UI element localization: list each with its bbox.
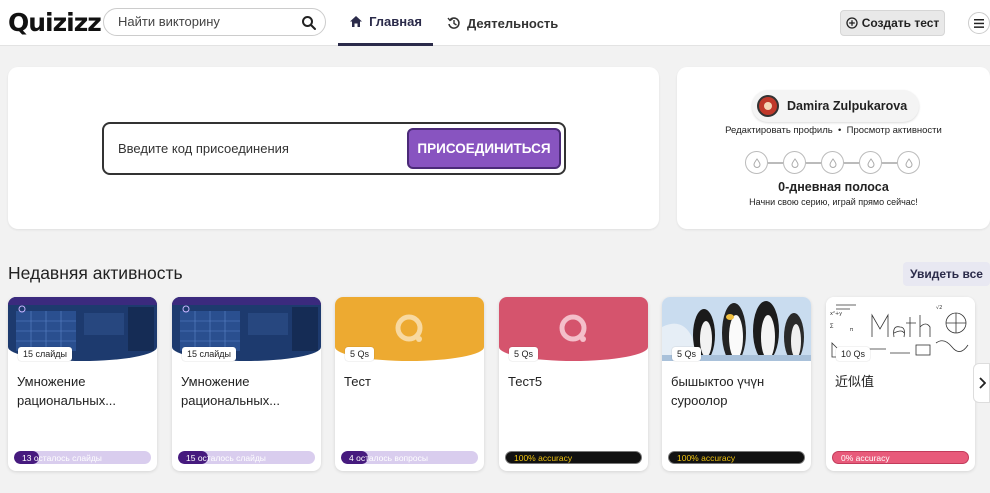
card-title: бышыктоо үчүн суроолор — [671, 374, 765, 408]
streak-drop-icon — [859, 151, 882, 174]
activity-card[interactable]: x²+y √2 π ∑ 10 Qs 近似值 0% accuracy — [826, 297, 975, 471]
history-icon — [447, 17, 460, 29]
profile-card: Damira Zulpukarova Редактировать профиль… — [677, 67, 990, 229]
question-count-badge: 5 Qs — [345, 347, 375, 361]
home-icon — [350, 16, 363, 27]
hamburger-icon — [974, 18, 984, 28]
svg-text:√2: √2 — [936, 305, 942, 311]
profile-name: Damira Zulpukarova — [787, 99, 908, 113]
card-title: Умножение рациональных... — [181, 374, 281, 408]
progress-label: 13 осталось слайды — [22, 452, 102, 463]
activity-card[interactable]: 5 Qs Тест 4 осталось вопросы — [335, 297, 484, 471]
tab-home-label: Главная — [369, 14, 422, 29]
tab-activity-label: Деятельность — [467, 15, 559, 31]
activity-card[interactable]: 5 Qs бышыктоо үчүн суроолор 100% accurac… — [662, 297, 811, 471]
accuracy-bar: 0% accuracy — [832, 451, 969, 464]
see-all-button[interactable]: Увидеть все — [903, 262, 990, 286]
profile-links: Редактировать профиль • Просмотр активно… — [677, 125, 990, 136]
accuracy-label: 0% accuracy — [841, 452, 890, 463]
streak-subtitle: Начни свою серию, играй прямо сейчас! — [749, 197, 918, 207]
create-quiz-label: Создать тест — [861, 16, 940, 30]
card-title: 近似值 — [835, 374, 875, 389]
activity-card[interactable]: 5 Qs Тест5 100% accuracy — [499, 297, 648, 471]
activity-card[interactable]: 15 слайды Умножение рациональных... 13 о… — [8, 297, 157, 471]
card-title: Тест — [344, 374, 371, 389]
progress-label: 15 осталось слайды — [186, 452, 266, 463]
accuracy-label: 100% accuracy — [514, 452, 573, 463]
progress-bar: 13 осталось слайды — [14, 451, 151, 464]
slide-count-badge: 15 слайды — [18, 347, 73, 361]
svg-text:x²+y: x²+y — [830, 311, 842, 317]
streak-connector — [882, 161, 897, 164]
search-icon[interactable] — [301, 15, 317, 31]
streak-drop-icon — [745, 151, 768, 174]
link-separator: • — [838, 125, 842, 136]
tab-activity[interactable]: Деятельность — [447, 0, 558, 46]
svg-text:π: π — [850, 327, 853, 333]
card-title: Умножение рациональных... — [17, 374, 117, 408]
streak-drop-icon — [897, 151, 920, 174]
join-button[interactable]: ПРИСОЕДИНИТЬСЯ — [407, 128, 561, 169]
accuracy-label: 100% accuracy — [677, 452, 736, 463]
join-code-box: ПРИСОЕДИНИТЬСЯ — [102, 122, 566, 175]
recent-activity-title: Недавняя активность — [8, 263, 183, 283]
chevron-right-icon — [978, 377, 986, 389]
search-box[interactable] — [103, 8, 326, 36]
card-title: Тест5 — [508, 374, 543, 389]
top-bar: Quizizz Главная Деятельность Создать тес… — [0, 0, 990, 46]
join-code-input[interactable] — [118, 141, 388, 156]
search-input[interactable] — [118, 14, 298, 29]
streak-connector — [768, 161, 783, 164]
activity-card[interactable]: 15 слайды Умножение рациональных... 15 о… — [172, 297, 321, 471]
streak-drop-icon — [821, 151, 844, 174]
streak-connector — [806, 161, 821, 164]
svg-text:∑: ∑ — [830, 323, 834, 329]
streak-tracker — [745, 151, 920, 174]
accuracy-bar: 100% accuracy — [668, 451, 805, 464]
quizizz-logo[interactable]: Quizizz — [8, 8, 102, 37]
avatar — [757, 95, 779, 117]
slide-count-badge: 15 слайды — [182, 347, 237, 361]
streak-connector — [844, 161, 859, 164]
question-count-badge: 5 Qs — [672, 347, 702, 361]
plus-circle-icon — [846, 17, 858, 29]
progress-bar: 4 осталось вопросы — [341, 451, 478, 464]
streak-title: 0-дневная полоса — [778, 180, 889, 194]
tab-home[interactable]: Главная — [338, 0, 433, 46]
create-quiz-button[interactable]: Создать тест — [840, 10, 945, 36]
question-count-badge: 5 Qs — [509, 347, 539, 361]
streak-drop-icon — [783, 151, 806, 174]
progress-bar: 15 осталось слайды — [178, 451, 315, 464]
accuracy-bar: 100% accuracy — [505, 451, 642, 464]
question-count-badge: 10 Qs — [836, 347, 871, 361]
edit-profile-link[interactable]: Редактировать профиль — [725, 125, 833, 136]
profile-chip[interactable]: Damira Zulpukarova — [752, 90, 919, 122]
progress-label: 4 осталось вопросы — [349, 452, 428, 463]
menu-button[interactable] — [968, 12, 990, 34]
carousel-next-button[interactable] — [973, 363, 990, 403]
join-card: ПРИСОЕДИНИТЬСЯ — [8, 67, 659, 229]
view-activity-link[interactable]: Просмотр активности — [847, 125, 942, 136]
